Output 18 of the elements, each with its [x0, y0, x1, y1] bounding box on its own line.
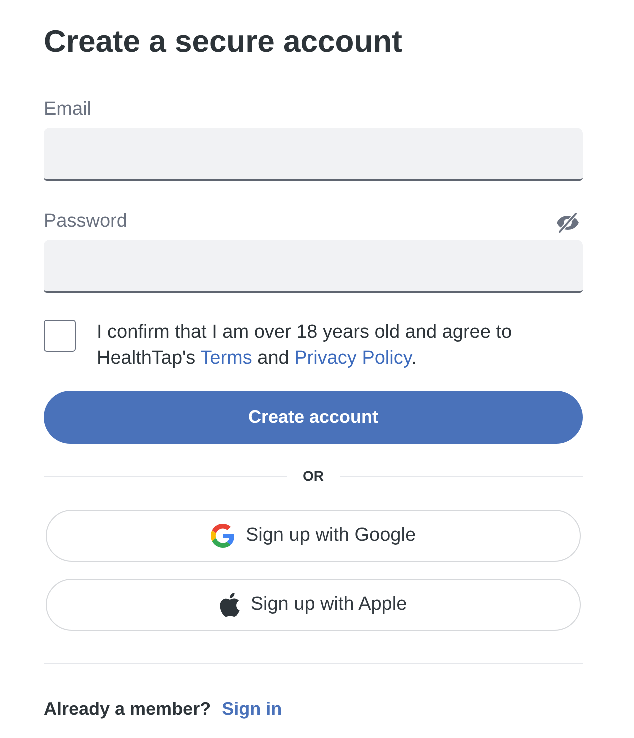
google-sign-up-button[interactable]: Sign up with Google — [46, 510, 581, 562]
apple-sign-up-button[interactable]: Sign up with Apple — [46, 579, 581, 631]
checkbox[interactable] — [44, 320, 76, 352]
input-field[interactable] — [44, 240, 583, 293]
input-field[interactable] — [44, 128, 583, 181]
field-label: Email — [44, 98, 92, 122]
page-title: Create a secure account — [44, 23, 402, 61]
already-member-text: Already a member? — [44, 698, 212, 721]
apple-logo-icon — [220, 593, 240, 617]
eye-slash-icon[interactable] — [556, 213, 580, 233]
policy-link[interactable]: Terms — [200, 348, 252, 369]
consent-text: I confirm that I am over 18 years old and agree to HealthTap's Terms and Privacy Policy. — [97, 321, 514, 371]
or-divider-label: OR — [303, 466, 324, 486]
sign-in-link[interactable]: Sign in — [222, 697, 282, 721]
policy-link[interactable]: Privacy Policy — [294, 348, 412, 369]
google-logo-icon — [210, 524, 235, 548]
create-account-button[interactable]: Create account — [44, 391, 583, 444]
field-label: Password — [44, 210, 128, 234]
